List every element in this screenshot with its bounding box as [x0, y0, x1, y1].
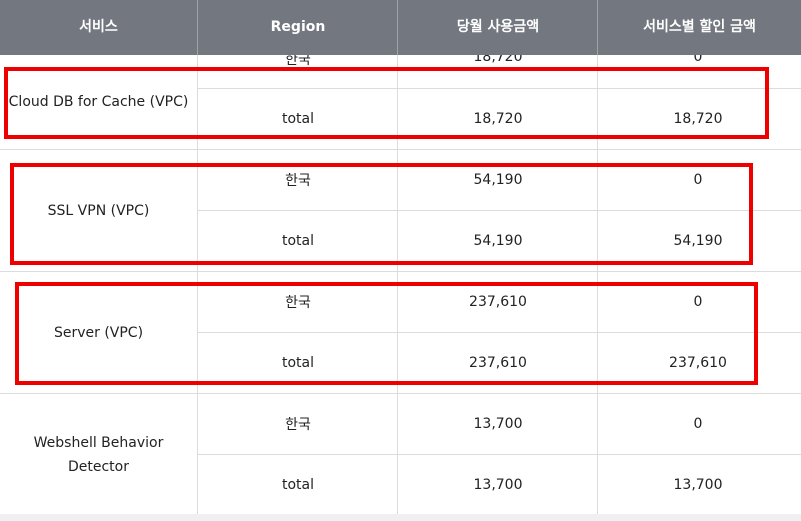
- total-discount: 54,190: [673, 233, 723, 249]
- total-label: total: [281, 233, 314, 249]
- header-service: 서비스: [79, 19, 118, 35]
- total-label: total: [281, 477, 314, 493]
- table-header: 서비스 Region 당월 사용금액 서비스별 할인 금액: [0, 0, 801, 55]
- partial-region: 한국: [285, 55, 311, 68]
- usage-value: 13,700: [473, 416, 523, 432]
- service-name: Webshell Behavior Detector: [33, 434, 164, 475]
- partial-discount: 0: [693, 55, 703, 65]
- service-name: Cloud DB for Cache (VPC): [8, 94, 189, 110]
- usage-value: 237,610: [469, 294, 527, 310]
- region-value: 한국: [285, 295, 311, 311]
- total-label: total: [281, 111, 314, 127]
- usage-value: 54,190: [473, 172, 523, 188]
- partial-usage: 18,720: [473, 55, 523, 65]
- total-usage: 13,700: [473, 477, 523, 493]
- service-name: SSL VPN (VPC): [47, 202, 150, 219]
- region-value: 한국: [285, 173, 311, 189]
- total-discount: 18,720: [673, 111, 723, 127]
- total-discount: 13,700: [673, 477, 723, 493]
- table-bottom-strip: [0, 514, 801, 521]
- total-usage: 237,610: [469, 355, 527, 371]
- discount-value: 0: [693, 294, 703, 310]
- total-usage: 54,190: [473, 233, 523, 249]
- service-name: Server (VPC): [53, 324, 144, 341]
- header-discount: 서비스별 할인 금액: [643, 19, 756, 35]
- total-discount: 237,610: [669, 355, 727, 371]
- region-value: 한국: [285, 417, 311, 433]
- total-label: total: [281, 355, 314, 371]
- total-usage: 18,720: [473, 111, 523, 127]
- header-usage: 당월 사용금액: [456, 19, 540, 35]
- discount-value: 0: [693, 416, 703, 432]
- discount-value: 0: [693, 172, 703, 188]
- header-region: Region: [270, 19, 326, 35]
- billing-table-body: 한국 18,720 0 Cloud DB for Cache (VPC) tot…: [0, 55, 801, 521]
